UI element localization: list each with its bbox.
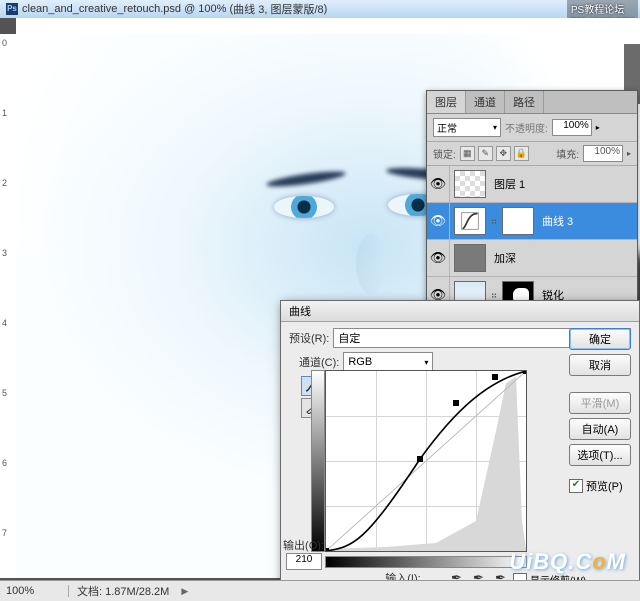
doc-zoom: 100%: [198, 3, 226, 15]
layer-thumb[interactable]: [454, 170, 486, 198]
visibility-toggle[interactable]: 👁: [427, 240, 450, 276]
mask-thumb[interactable]: [502, 207, 534, 235]
layer-row[interactable]: 👁 图层 1: [427, 166, 637, 203]
output-value-input[interactable]: 210: [286, 553, 322, 570]
status-doc-size[interactable]: 文档: 1.87M/28.2M: [69, 583, 177, 599]
visibility-toggle[interactable]: 👁: [427, 203, 450, 239]
options-button[interactable]: 选项(T)...: [569, 444, 631, 466]
layer-thumb[interactable]: [454, 244, 486, 272]
channel-select[interactable]: RGB▾: [343, 352, 433, 372]
app-root: Ps clean_and_creative_retouch.psd @ 100%…: [0, 0, 640, 601]
opacity-dropdown-icon[interactable]: ▸: [596, 123, 600, 132]
opacity-input[interactable]: 100%: [552, 119, 592, 136]
adjustment-thumb[interactable]: [454, 207, 486, 235]
lock-label: 锁定:: [433, 146, 456, 161]
visibility-toggle[interactable]: 👁: [427, 166, 450, 202]
tab-paths[interactable]: 路径: [505, 91, 544, 113]
cancel-button[interactable]: 取消: [569, 354, 631, 376]
doc-layer-context: 曲线 3, 图层蒙版/8: [233, 1, 323, 17]
link-icon[interactable]: ⠶: [490, 216, 498, 227]
document-titlebar: Ps clean_and_creative_retouch.psd @ 100%…: [0, 0, 640, 18]
layer-name[interactable]: 曲线 3: [542, 213, 573, 229]
dialog-title: 曲线: [289, 303, 311, 319]
curve-grid[interactable]: [325, 370, 527, 552]
lock-transparency-icon[interactable]: ▦: [460, 146, 475, 161]
preset-label: 预设(R):: [289, 330, 329, 346]
dialog-titlebar[interactable]: 曲线: [281, 301, 639, 322]
ok-button[interactable]: 确定: [569, 328, 631, 350]
preview-label: 预览(P): [586, 478, 623, 494]
curves-icon: [459, 211, 481, 231]
fill-label: 填充:: [556, 146, 579, 161]
lock-pixels-icon[interactable]: ✎: [478, 146, 493, 161]
status-zoom[interactable]: 100%: [0, 585, 69, 597]
input-gradient: [325, 556, 527, 568]
lock-all-icon[interactable]: 🔒: [514, 146, 529, 161]
layers-panel: 图层 通道 路径 正常▾ 不透明度: 100% ▸ 锁定: ▦ ✎ ✥ 🔒 填充…: [426, 90, 638, 315]
layer-name[interactable]: 加深: [494, 250, 516, 266]
fill-input[interactable]: 100%: [583, 145, 623, 162]
link-icon[interactable]: ⠶: [490, 290, 498, 301]
status-menu-icon[interactable]: ▶: [181, 586, 188, 597]
fill-dropdown-icon[interactable]: ▸: [627, 149, 631, 158]
ruler-vertical[interactable]: 0 1 2 3 4 5 6 7: [0, 34, 17, 578]
preset-select[interactable]: 自定▾: [333, 328, 607, 348]
opacity-label: 不透明度:: [505, 120, 548, 135]
curve-path[interactable]: [326, 371, 526, 551]
tab-channels[interactable]: 通道: [466, 91, 505, 113]
layer-row[interactable]: 👁 加深: [427, 240, 637, 277]
watermark-bottom: UiBQ.CoM: [509, 549, 626, 575]
layer-name[interactable]: 图层 1: [494, 176, 525, 192]
tab-layers[interactable]: 图层: [427, 91, 466, 113]
preview-checkbox[interactable]: ✔: [569, 479, 583, 493]
channel-label: 通道(C):: [299, 354, 339, 370]
panel-tabs: 图层 通道 路径: [427, 91, 637, 114]
output-label: 输出(O):: [280, 537, 324, 553]
lock-position-icon[interactable]: ✥: [496, 146, 511, 161]
ruler-horizontal[interactable]: [16, 18, 640, 35]
status-bar: 100% 文档: 1.87M/28.2M ▶: [0, 580, 640, 601]
doc-filename: clean_and_creative_retouch.psd: [22, 3, 181, 15]
layer-row[interactable]: 👁 ⠶ 曲线 3: [427, 203, 637, 240]
ps-doc-icon: Ps: [6, 3, 18, 15]
smooth-button[interactable]: 平滑(M): [569, 392, 631, 414]
auto-button[interactable]: 自动(A): [569, 418, 631, 440]
output-gradient: [311, 370, 325, 552]
blend-mode-select[interactable]: 正常▾: [433, 118, 501, 137]
